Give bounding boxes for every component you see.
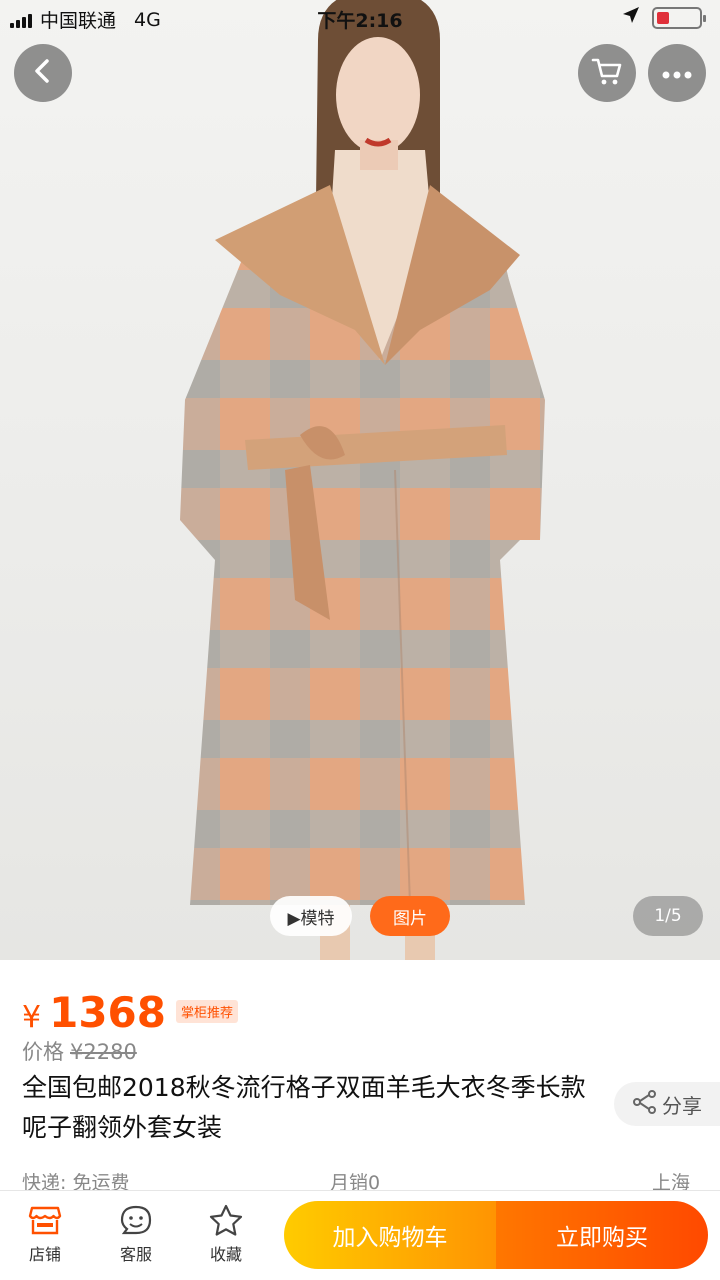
- more-dots-icon: [662, 64, 692, 83]
- current-price: 1368: [49, 988, 166, 1037]
- photo-tab[interactable]: 图片: [370, 896, 450, 936]
- clock: 下午2:16: [317, 10, 403, 32]
- original-price: ¥2280: [70, 1040, 137, 1064]
- shopping-cart-icon: [591, 56, 623, 90]
- original-price-row: 价格 ¥2280: [22, 1036, 137, 1066]
- chat-face-icon: [96, 1203, 176, 1237]
- favorite-tab[interactable]: 收藏: [186, 1203, 266, 1265]
- image-page-indicator: 1/5: [633, 896, 703, 936]
- currency-symbol: ¥: [22, 1000, 42, 1035]
- buy-now-button[interactable]: 立即购买: [496, 1201, 708, 1269]
- product-photo: [180, 0, 545, 960]
- bottom-action-bar: 店铺 客服 收藏 加入购物车 立即购买: [0, 1190, 720, 1280]
- original-price-label: 价格: [22, 1040, 64, 1064]
- share-button[interactable]: 分享: [614, 1082, 720, 1126]
- back-button[interactable]: [14, 44, 72, 102]
- more-button[interactable]: [648, 44, 706, 102]
- battery-icon: [652, 6, 706, 29]
- share-label: 分享: [662, 1093, 702, 1118]
- cart-button[interactable]: [578, 44, 636, 102]
- service-label: 客服: [119, 1245, 152, 1264]
- product-image-carousel[interactable]: 中国联通 4G 下午2:16 ▶模特 图片 1/5: [0, 0, 720, 960]
- price-row: ¥ 1368 掌柜推荐: [22, 988, 239, 1037]
- shop-label: 店铺: [28, 1245, 61, 1264]
- share-icon: [632, 1089, 658, 1120]
- status-bar: 中国联通 4G 下午2:16: [0, 0, 720, 36]
- store-icon: [5, 1203, 85, 1237]
- star-icon: [186, 1203, 266, 1237]
- model-video-tab[interactable]: ▶模特: [270, 896, 352, 936]
- add-to-cart-button[interactable]: 加入购物车: [284, 1201, 496, 1269]
- recommend-badge: 掌柜推荐: [176, 1000, 239, 1023]
- customer-service-tab[interactable]: 客服: [96, 1203, 176, 1265]
- chevron-left-icon: [30, 58, 56, 88]
- product-title: 全国包邮2018秋冬流行格子双面羊毛大衣冬季长款呢子翻领外套女装: [22, 1073, 586, 1142]
- favorite-label: 收藏: [209, 1245, 242, 1264]
- shop-tab[interactable]: 店铺: [5, 1203, 85, 1265]
- location-arrow-icon: [622, 6, 640, 29]
